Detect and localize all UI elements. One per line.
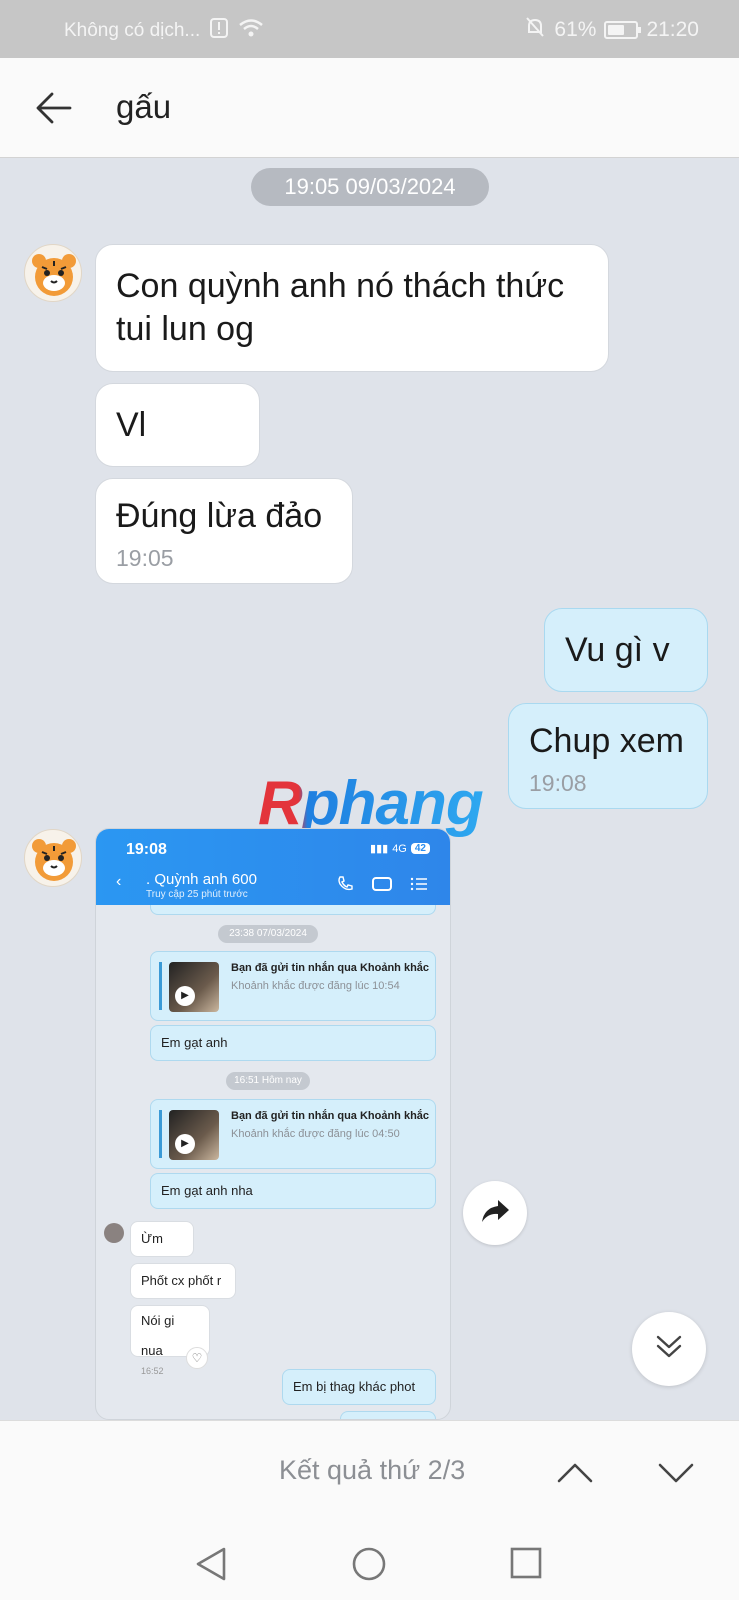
- search-result-bar: Kết quả thứ 2/3: [0, 1420, 739, 1524]
- message-text: Vl: [116, 406, 147, 444]
- screenshot-date-separator: 23:38 07/03/2024: [218, 925, 318, 943]
- message-text: Vu gì v: [565, 631, 670, 669]
- signal-icon: ▮▮▮: [370, 843, 389, 855]
- screenshot-time: 19:08: [126, 841, 167, 858]
- screenshot-signal: ▮▮▮ 4G 42: [370, 842, 430, 855]
- screenshot-contact-name: . Quỳnh anh 600: [146, 871, 257, 888]
- play-icon: ▶: [175, 986, 195, 1006]
- moment-title: Bạn đã gửi tin nhắn qua Khoảnh khắc: [231, 1110, 430, 1122]
- partial-bubble: [340, 1411, 436, 1419]
- system-nav-bar: [0, 1524, 739, 1600]
- message-bubble[interactable]: Đúng lừa đảo 19:05: [95, 478, 353, 584]
- clock: 21:20: [646, 18, 699, 41]
- screenshot-avatar: [104, 1223, 124, 1243]
- battery-badge: 42: [410, 843, 430, 854]
- message-text: Chup xem: [529, 722, 684, 760]
- battery-percent: 61%: [554, 18, 597, 41]
- moment-card: ▶ Bạn đã gửi tin nhắn qua Khoảnh khắc Kh…: [150, 1099, 436, 1169]
- screenshot-reply: Ừm: [130, 1221, 194, 1257]
- back-chevron-icon: ‹: [116, 873, 122, 890]
- image-message[interactable]: 19:08 ▮▮▮ 4G 42 ‹ . Quỳnh anh 600 Truy c…: [95, 828, 451, 1420]
- share-arrow-icon: [480, 1198, 510, 1229]
- video-icon: [372, 877, 392, 891]
- message-time: 19:05: [116, 545, 174, 571]
- screenshot-message: Em bị thag khác phot: [282, 1369, 436, 1405]
- scroll-to-bottom-button[interactable]: [632, 1312, 706, 1386]
- screenshot-header: 19:08 ▮▮▮ 4G 42 ‹ . Quỳnh anh 600 Truy c…: [96, 829, 450, 905]
- moment-card: ▶ Bạn đã gửi tin nhắn qua Khoảnh khắc Kh…: [150, 951, 436, 1021]
- search-result-count: Kết quả thứ 2/3: [279, 1455, 466, 1485]
- moment-subtitle: Khoảnh khắc được đăng lúc 04:50: [231, 1128, 400, 1140]
- menu-list-icon: [410, 875, 428, 893]
- date-separator: 19:05 09/03/2024: [251, 168, 489, 206]
- chat-title: gấu: [116, 88, 172, 125]
- phone-icon: [336, 875, 354, 893]
- mute-bell-icon: [524, 16, 546, 44]
- share-forward-button[interactable]: [463, 1181, 527, 1245]
- heart-icon: ♡: [186, 1347, 208, 1369]
- network-type: 4G: [392, 842, 407, 855]
- play-icon: ▶: [175, 1134, 195, 1154]
- screenshot-reply-time: 16:52: [141, 1366, 164, 1376]
- message-bubble[interactable]: Vl: [95, 383, 260, 467]
- alert-icon: [210, 18, 229, 44]
- double-chevron-down-icon: [654, 1332, 684, 1367]
- video-thumbnail: ▶: [169, 962, 219, 1012]
- nav-recents-icon[interactable]: [509, 1546, 543, 1585]
- message-bubble-sent[interactable]: Chup xem 19:08: [508, 703, 708, 809]
- quote-bar: [159, 1110, 162, 1158]
- chat-header: gấu: [0, 58, 739, 158]
- message-text: Con quỳnh anh nó thách thức tui lun og: [116, 267, 565, 348]
- message-bubble-sent[interactable]: Vu gì v: [544, 608, 708, 692]
- wifi-icon: [238, 18, 264, 44]
- status-bar: Không có dịch... 61% 21:20: [0, 0, 739, 58]
- nav-back-icon[interactable]: [194, 1546, 228, 1587]
- carrier-text: Không có dịch...: [64, 20, 201, 41]
- previous-result-button[interactable]: [555, 1457, 595, 1487]
- screenshot-date-separator: 16:51 Hôm nay: [226, 1072, 310, 1090]
- back-arrow-icon[interactable]: [34, 88, 74, 128]
- moment-subtitle: Khoảnh khắc được đăng lúc 10:54: [231, 980, 400, 992]
- message-time: 19:08: [529, 770, 587, 796]
- contact-avatar[interactable]: [24, 829, 82, 887]
- screenshot-message: Em gạt anh nha: [150, 1173, 436, 1209]
- screenshot-contact-status: Truy cập 25 phút trước: [146, 889, 248, 900]
- partial-bubble: [150, 905, 436, 915]
- battery-icon: [604, 21, 642, 39]
- moment-title: Bạn đã gửi tin nhắn qua Khoảnh khắc: [231, 962, 430, 974]
- video-thumbnail: ▶: [169, 1110, 219, 1160]
- quote-bar: [159, 962, 162, 1010]
- screenshot-message: Em gạt anh: [150, 1025, 436, 1061]
- message-bubble[interactable]: Con quỳnh anh nó thách thức tui lun og: [95, 244, 609, 372]
- message-text: Đúng lừa đảo: [116, 497, 323, 535]
- contact-avatar[interactable]: [24, 244, 82, 302]
- nav-home-icon[interactable]: [351, 1546, 387, 1587]
- next-result-button[interactable]: [656, 1457, 696, 1487]
- screenshot-reply: Phốt cx phốt r: [130, 1263, 236, 1299]
